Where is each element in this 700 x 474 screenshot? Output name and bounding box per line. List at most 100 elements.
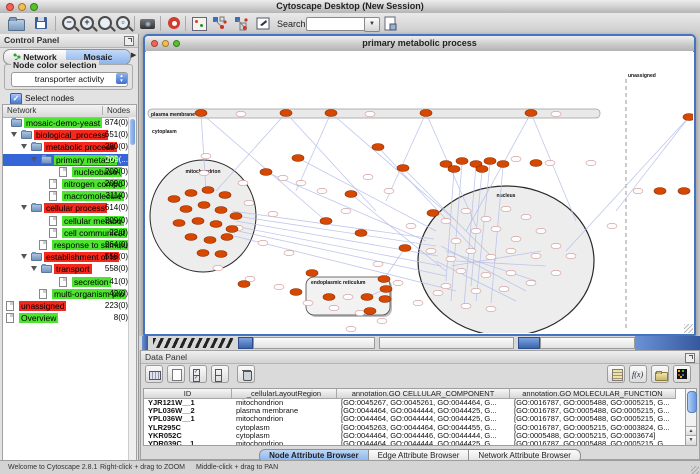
file-icon bbox=[6, 301, 14, 311]
table-cell: [GO:0016787, GO:0005215, GO:0003824, G..… bbox=[510, 424, 676, 432]
toolbar-separator bbox=[160, 16, 161, 31]
search-input[interactable] bbox=[306, 17, 366, 31]
column-header[interactable]: annotation.GO MOLECULAR_FUNCTION bbox=[510, 389, 676, 399]
float-data-panel-icon[interactable] bbox=[685, 353, 695, 363]
desktop-area: primary metabolic process plasma membran… bbox=[139, 34, 700, 460]
tree-row[interactable]: response to stimulu264(0) bbox=[3, 239, 136, 251]
dropdown-stepper-icon[interactable]: ▲▼ bbox=[116, 73, 127, 84]
tree-row-label[interactable]: mosaic-demo-yeast bbox=[24, 118, 102, 128]
column-header[interactable]: ID bbox=[144, 389, 232, 399]
tree-row[interactable]: primary metabo209(... bbox=[3, 154, 136, 166]
tree-row[interactable]: Overview8(0) bbox=[3, 312, 136, 324]
tree-expand-icon[interactable] bbox=[21, 144, 27, 149]
tree-expand-icon[interactable] bbox=[11, 132, 17, 137]
snapshot-icon[interactable] bbox=[140, 16, 156, 31]
file-icon bbox=[49, 216, 57, 226]
tree-expand-icon[interactable] bbox=[21, 254, 27, 259]
table-scrollbar[interactable]: ▲ ▼ bbox=[685, 388, 697, 446]
tree-row[interactable]: cellular metabo209(0) bbox=[3, 215, 136, 227]
file-icon bbox=[49, 228, 57, 238]
background-window-bar bbox=[635, 336, 700, 350]
table-row[interactable]: YKR052Ccytoplasm[GO:0044464, GO:0044446,… bbox=[144, 432, 685, 440]
tree-expand-icon[interactable] bbox=[21, 205, 27, 210]
table-row[interactable]: YLR295Ccytoplasm[GO:0045263, GO:0044464,… bbox=[144, 424, 685, 432]
tab-overflow-arrow-icon[interactable]: ▶ bbox=[131, 51, 136, 59]
vizmapper-icon[interactable] bbox=[191, 16, 207, 31]
table-cell: [GO:0016787, GO:0005488, GO:0005215, G..… bbox=[510, 399, 676, 407]
tree-row[interactable]: unassigned223(0) bbox=[3, 300, 136, 312]
tree-column-network: Network bbox=[7, 106, 36, 115]
background-window-square bbox=[238, 337, 253, 349]
tree-row[interactable]: establishment of lo558(0) bbox=[3, 251, 136, 263]
tree-row-label[interactable]: cellular process bbox=[44, 203, 107, 213]
search-config-icon[interactable] bbox=[383, 16, 399, 31]
tree-row[interactable]: nitrogen compo209(0) bbox=[3, 178, 136, 190]
apply-layout-b-icon[interactable] bbox=[234, 16, 250, 31]
scroll-down-icon[interactable]: ▼ bbox=[686, 435, 696, 445]
tree-row-label[interactable]: secretion bbox=[72, 277, 111, 287]
svg-text:endoplasmic reticulum: endoplasmic reticulum bbox=[311, 280, 366, 286]
save-session-icon[interactable] bbox=[33, 16, 49, 31]
network-view-window: primary metabolic process plasma membran… bbox=[143, 34, 696, 336]
tree-row-label[interactable]: Overview bbox=[19, 313, 58, 323]
table-row[interactable]: YPL036W__1mitochondrion[GO:0044464, GO:0… bbox=[144, 415, 685, 423]
attribute-table[interactable]: ID_cellularLayoutRegionannotation.GO CEL… bbox=[143, 388, 686, 446]
column-header[interactable]: _cellularLayoutRegion bbox=[232, 389, 337, 399]
tree-row-node-count: 209(0) bbox=[105, 179, 128, 189]
tree-row[interactable]: secretion41(0) bbox=[3, 276, 136, 288]
table-row[interactable]: YPL036W__2plasma membrane[GO:0044464, GO… bbox=[144, 407, 685, 415]
background-windows-strip[interactable] bbox=[139, 336, 700, 350]
tree-scrollbar-thumb[interactable] bbox=[130, 119, 135, 145]
tree-expand-icon[interactable] bbox=[31, 266, 37, 271]
search-dropdown-icon[interactable]: ▼ bbox=[364, 17, 380, 32]
zoom-fit-icon[interactable]: ▫ bbox=[116, 16, 132, 31]
tree-row[interactable]: mosaic-demo-yeast874(0) bbox=[3, 117, 136, 129]
zoom-in-icon[interactable]: + bbox=[80, 16, 96, 31]
help-icon[interactable] bbox=[166, 16, 182, 31]
tree-row[interactable]: cellular process614(0) bbox=[3, 202, 136, 214]
app-resize-grip[interactable] bbox=[691, 466, 699, 474]
tree-row[interactable]: transport558(0) bbox=[3, 263, 136, 275]
network-window-title: primary metabolic process bbox=[145, 38, 694, 48]
background-network-scribble bbox=[153, 338, 233, 348]
annotation-icon[interactable] bbox=[256, 16, 272, 31]
table-cell: YLR295C bbox=[144, 424, 232, 432]
tree-row[interactable]: biological_process651(0) bbox=[3, 129, 136, 141]
unselect-attributes-icon[interactable] bbox=[211, 365, 229, 383]
open-attribute-file-icon[interactable] bbox=[651, 365, 669, 383]
background-window-pane bbox=[379, 337, 514, 349]
tree-row-label[interactable]: biological_process bbox=[34, 130, 108, 140]
select-attributes-icon[interactable]: ✓✓ bbox=[189, 365, 207, 383]
tree-row[interactable]: metabolic process280(0) bbox=[3, 141, 136, 153]
attribute-browser-icon[interactable] bbox=[145, 365, 163, 383]
network-canvas[interactable]: plasma membranecytoplasmmitochondrionnuc… bbox=[146, 51, 693, 333]
open-session-icon[interactable] bbox=[8, 16, 24, 31]
float-panel-icon[interactable] bbox=[124, 36, 134, 46]
zoom-out-icon[interactable]: − bbox=[62, 16, 78, 31]
delete-attribute-icon[interactable] bbox=[237, 365, 255, 383]
matrix-view-icon[interactable] bbox=[673, 365, 691, 383]
network-window-titlebar[interactable]: primary metabolic process bbox=[145, 36, 694, 52]
tree-row[interactable]: cell communicat22(0) bbox=[3, 227, 136, 239]
table-cell: YPL036W__1 bbox=[144, 415, 232, 423]
formula-builder-icon[interactable]: f(x) bbox=[629, 365, 647, 383]
tree-row-label[interactable]: transport bbox=[54, 264, 92, 274]
tree-row-node-count: 209(... bbox=[105, 155, 128, 165]
apply-layout-a-icon[interactable] bbox=[212, 16, 228, 31]
tree-row-label[interactable]: unassigned bbox=[19, 301, 66, 311]
table-cell: mitochondrion bbox=[232, 399, 337, 407]
zoom-selected-icon[interactable] bbox=[98, 16, 114, 31]
import-attributes-icon[interactable] bbox=[607, 365, 625, 383]
new-attribute-icon[interactable] bbox=[167, 365, 185, 383]
tree-row[interactable]: nucleobase-209(0) bbox=[3, 166, 136, 178]
tree-row[interactable]: multi-organism pro42(0) bbox=[3, 288, 136, 300]
node-color-dropdown[interactable]: transporter activity▲▼ bbox=[11, 72, 128, 87]
window-resize-grip[interactable] bbox=[684, 324, 693, 333]
table-row[interactable]: YJR121W__1mitochondrion[GO:0045267, GO:0… bbox=[144, 399, 685, 407]
table-scrollbar-thumb[interactable] bbox=[687, 391, 697, 413]
tree-expand-icon[interactable] bbox=[31, 157, 37, 162]
tree-scrollbar[interactable] bbox=[128, 117, 136, 474]
tree-row-node-count: 614(0) bbox=[105, 203, 128, 213]
tree-row[interactable]: macromolecule311(0) bbox=[3, 190, 136, 202]
column-header[interactable]: annotation.GO CELLULAR_COMPONENT bbox=[337, 389, 510, 399]
